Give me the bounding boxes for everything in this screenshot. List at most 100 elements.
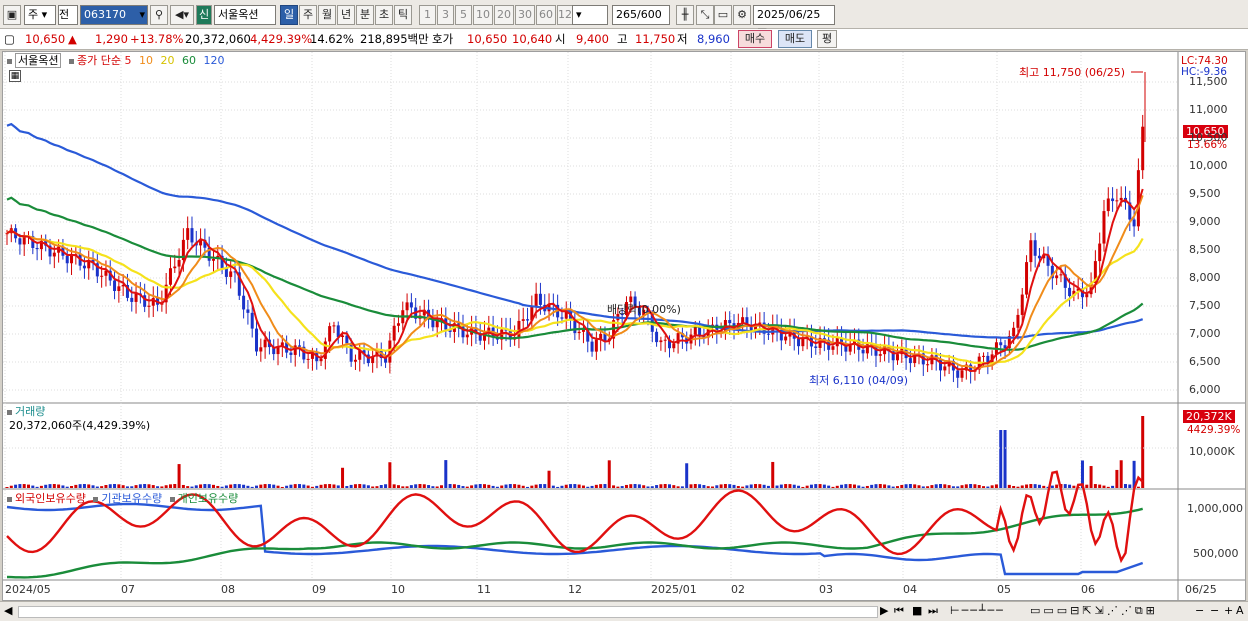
candle-body — [130, 297, 134, 302]
minute-tab-30[interactable]: 30 — [515, 5, 535, 25]
scrollbar-track[interactable] — [18, 606, 878, 618]
volume-bar — [939, 484, 943, 488]
minute-tab-1[interactable]: 1 — [419, 5, 436, 25]
candle-body — [1115, 200, 1119, 202]
candle-body — [82, 265, 86, 269]
save-icon[interactable]: ▭ — [714, 5, 732, 25]
period-tab-2[interactable]: 월 — [318, 5, 336, 25]
volume-bar — [788, 484, 792, 488]
candle-body — [672, 343, 676, 349]
price-tick: 11,000 — [1189, 103, 1228, 116]
eval-button[interactable]: 평 — [817, 30, 837, 48]
volume-bar — [439, 485, 443, 488]
volume-bar — [663, 484, 667, 488]
chart-area[interactable]: 서울옥션 종가 단순 5 10 20 60 120 ▦ LC:74.30 HC:… — [2, 51, 1246, 601]
ma-title: 종가 단순 — [76, 54, 121, 67]
volume-bar — [500, 485, 504, 488]
volume-bar — [138, 484, 142, 488]
first-icon[interactable]: ⏮ — [894, 604, 904, 618]
volume-bar — [857, 485, 861, 488]
volume-bar — [1098, 484, 1102, 488]
volume-bar — [943, 484, 947, 488]
stop-icon[interactable]: ■ — [912, 604, 922, 617]
volume-bar — [551, 485, 555, 488]
volume-bar — [474, 484, 478, 488]
volume-bar — [569, 484, 573, 488]
speaker-icon[interactable]: ◀▾ — [170, 5, 194, 25]
scroll-right-icon[interactable]: ▶ — [880, 604, 888, 617]
volume-bar — [917, 485, 921, 488]
volume-bar — [676, 486, 680, 488]
candle-body — [409, 302, 413, 308]
volume-bar — [478, 484, 482, 488]
scroll-left-icon[interactable]: ◀ — [4, 604, 12, 617]
count-field[interactable]: 265/600 — [612, 5, 670, 25]
price-tick: 8,500 — [1189, 243, 1221, 256]
draw-icon[interactable]: ⤡ — [696, 5, 714, 25]
minute-tab-5[interactable]: 5 — [455, 5, 472, 25]
code-input[interactable]: 063170 ▾ — [80, 5, 148, 25]
max-annotation: 최고 11,750 (06/25) — [1019, 66, 1126, 79]
gear-icon[interactable]: ⚙ — [733, 5, 751, 25]
volume-bar — [207, 484, 211, 488]
holdings-tick-1m: 1,000,000 — [1187, 502, 1243, 515]
volume-bar — [375, 486, 379, 488]
grid-icon[interactable]: ▦ — [9, 70, 21, 82]
volume-bar — [685, 463, 689, 488]
auto-icon[interactable]: A — [1236, 604, 1244, 617]
last-icon[interactable]: ⏭ — [928, 604, 938, 618]
volume-bar — [754, 484, 758, 488]
candle-body — [663, 339, 667, 341]
volume-bar — [612, 485, 616, 488]
period-tab-0[interactable]: 일 — [280, 5, 298, 25]
volume-bar — [82, 484, 86, 488]
market-select[interactable]: 주 ▾ — [24, 5, 56, 25]
period-tab-3[interactable]: 년 — [337, 5, 355, 25]
low-label: 저 — [677, 32, 688, 46]
x-axis-label: 09 — [312, 583, 326, 596]
volume-bar — [900, 484, 904, 488]
period-tab-6[interactable]: 틱 — [394, 5, 412, 25]
minute-tab-10[interactable]: 10 — [473, 5, 493, 25]
minus-icon[interactable]: − — [1210, 604, 1219, 617]
minute-tab-60[interactable]: 60 — [536, 5, 556, 25]
minute-tab-3[interactable]: 3 — [437, 5, 454, 25]
period-tab-4[interactable]: 분 — [356, 5, 374, 25]
period-tab-5[interactable]: 초 — [375, 5, 393, 25]
stock-name-field[interactable]: 서울옥션 — [214, 5, 276, 25]
volume-bar — [728, 484, 732, 488]
volume-bar — [1037, 484, 1041, 488]
volume-bar — [22, 484, 26, 488]
candle-body — [250, 312, 254, 329]
volume-bar — [160, 486, 164, 488]
minute-tab-20[interactable]: 20 — [494, 5, 514, 25]
plus-icon[interactable]: + — [1224, 604, 1233, 617]
volume-bar — [964, 484, 968, 488]
tool-icons[interactable]: ▭▭▭⊟⇱⇲⋰⋰⧉⊞ — [1030, 604, 1158, 618]
volume-bar — [44, 484, 48, 488]
volume-bar — [177, 464, 181, 488]
volume-bar — [9, 485, 13, 488]
buy-button[interactable]: 매수 — [738, 30, 772, 48]
volume-box-pct: 4429.39% — [1187, 424, 1241, 436]
sell-button[interactable]: 매도 — [778, 30, 812, 48]
date-field[interactable]: 2025/06/25 ▦ — [753, 5, 835, 39]
zoom-out-icon[interactable]: − — [1195, 604, 1204, 617]
x-axis-label: 06 — [1081, 583, 1095, 596]
count-spin[interactable]: ▾ — [572, 5, 608, 25]
volume-bar — [706, 486, 710, 488]
foreign-label: 외국인보유수량 — [15, 492, 86, 505]
zoom-slider-icon[interactable]: ⊢──┴── — [950, 604, 1005, 617]
volume-bar — [667, 484, 671, 488]
volume-bar — [319, 484, 323, 488]
period-tab-1[interactable]: 주 — [299, 5, 317, 25]
candle-icon[interactable]: ╫ — [676, 5, 694, 25]
volume-bar — [921, 486, 925, 488]
chart-type-icon[interactable]: ▣ — [3, 5, 21, 25]
volume-bar — [310, 486, 314, 488]
volume-bar — [878, 484, 882, 488]
scope-select[interactable]: 전 — [58, 5, 78, 25]
volume: 20,372,060 — [185, 32, 251, 46]
search-icon[interactable]: ⚲ — [150, 5, 168, 25]
volume-bar — [461, 486, 465, 488]
